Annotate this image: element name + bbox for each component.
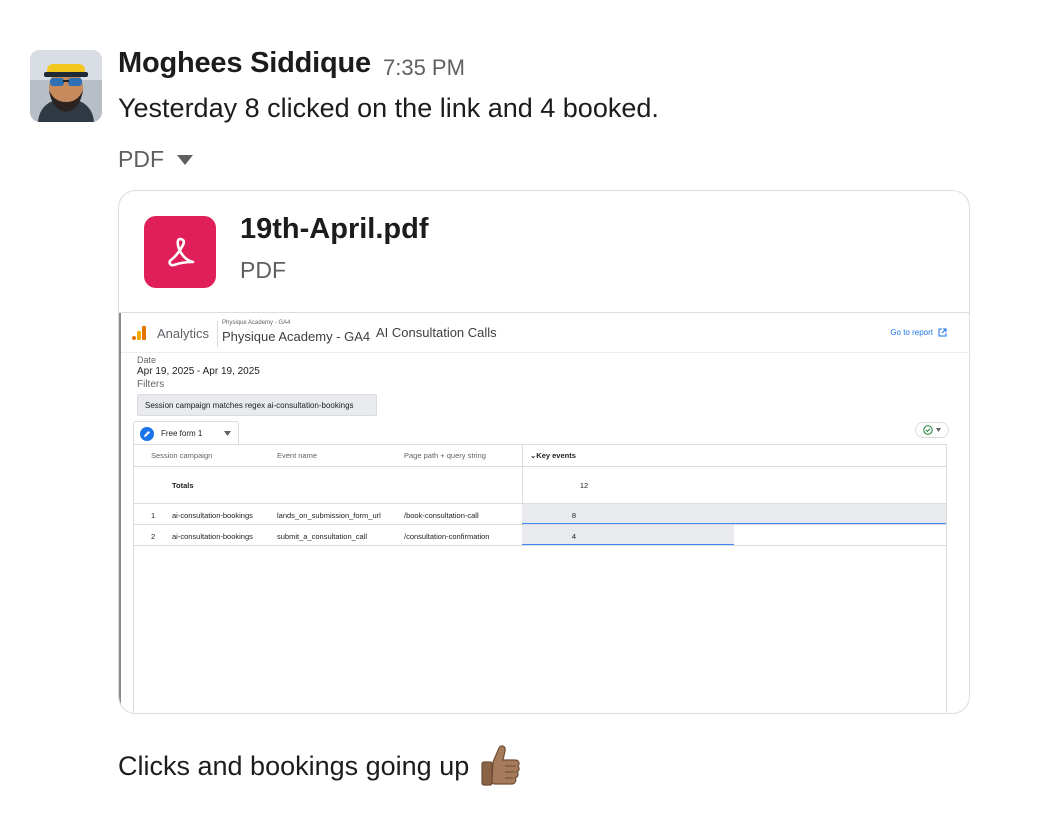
row-event-name: submit_a_consultation_call <box>277 532 368 541</box>
caption-text: Clicks and bookings going up <box>118 750 470 781</box>
row-page-path: /book-consultation-call <box>404 511 479 520</box>
analytics-product-name: Analytics <box>157 326 210 341</box>
file-attachment-card[interactable]: 19th-April.pdf PDF Analytics Physique Ac… <box>118 190 970 714</box>
avatar[interactable] <box>30 50 102 122</box>
edit-pencil-icon <box>140 426 154 441</box>
filters-label: Filters <box>137 379 165 390</box>
thumbs-up-icon <box>481 745 520 786</box>
property-name: Physique Academy - GA4 <box>222 329 371 344</box>
row-key-events: 8 <box>571 511 577 520</box>
row-campaign: ai-consultation-bookings <box>172 511 253 520</box>
attachment-toggle-label: PDF <box>118 146 164 172</box>
tab-free-form-1: Free form 1 <box>133 421 239 445</box>
avatar-image <box>30 50 102 122</box>
totals-value: 12 <box>579 481 589 490</box>
filter-chip: Session campaign matches regex ai-consul… <box>137 394 377 416</box>
attachment-toggle[interactable]: PDF <box>118 146 194 173</box>
table-row: 2 ai-consultation-bookings submit_a_cons… <box>134 525 946 545</box>
row-index: 1 <box>151 511 156 520</box>
column-header-session-campaign: Session campaign <box>151 451 213 460</box>
analytics-header: Analytics Physique Academy - GA4 Physiqu… <box>121 313 969 353</box>
message-text: Yesterday 8 clicked on the link and 4 bo… <box>118 93 659 123</box>
row-page-path: /consultation-confirmation <box>404 532 490 541</box>
header-divider <box>217 321 218 347</box>
table-row: 1 ai-consultation-bookings lands_on_subm… <box>134 504 946 524</box>
check-circle-icon <box>923 425 933 435</box>
go-to-report-link[interactable]: Go to report <box>890 328 947 337</box>
row-event-name: lands_on_submission_form_url <box>277 511 381 520</box>
tab-label: Free form 1 <box>161 429 203 438</box>
sender-name[interactable]: Moghees Siddique <box>118 47 371 80</box>
row-campaign: ai-consultation-bookings <box>172 532 253 541</box>
message-timestamp[interactable]: 7:35 PM <box>383 55 465 81</box>
property-breadcrumb: Physique Academy - GA4 <box>222 320 291 326</box>
status-caret-down-icon <box>936 428 941 432</box>
external-link-icon <box>938 328 947 337</box>
date-range: Apr 19, 2025 - Apr 19, 2025 <box>137 366 260 377</box>
file-type: PDF <box>240 257 286 283</box>
key-events-label: Key events <box>536 451 576 460</box>
report-title: AI Consultation Calls <box>376 325 497 340</box>
report-table: Session campaign Event name Page path + … <box>133 444 947 713</box>
column-header-page-path: Page path + query string <box>404 451 486 460</box>
header-divider-line <box>134 466 946 467</box>
row-index: 2 <box>151 532 156 541</box>
go-to-report-label: Go to report <box>890 328 933 337</box>
acrobat-icon <box>144 216 216 288</box>
caret-down-icon <box>177 154 193 165</box>
totals-label: Totals <box>172 481 194 490</box>
row-divider <box>134 545 946 546</box>
tab-caret-down-icon <box>224 431 232 436</box>
column-header-key-events: ⌄Key events <box>530 451 576 460</box>
analytics-logo-icon <box>132 326 146 340</box>
file-name[interactable]: 19th-April.pdf <box>240 213 429 246</box>
date-label: Date <box>137 355 157 365</box>
column-header-event-name: Event name <box>277 451 318 460</box>
row-key-events: 4 <box>571 532 577 541</box>
pdf-preview[interactable]: Analytics Physique Academy - GA4 Physiqu… <box>119 313 969 713</box>
follow-up-message: Clicks and bookings going up <box>118 744 521 788</box>
data-quality-status <box>915 422 949 438</box>
file-header: 19th-April.pdf PDF <box>119 191 969 313</box>
